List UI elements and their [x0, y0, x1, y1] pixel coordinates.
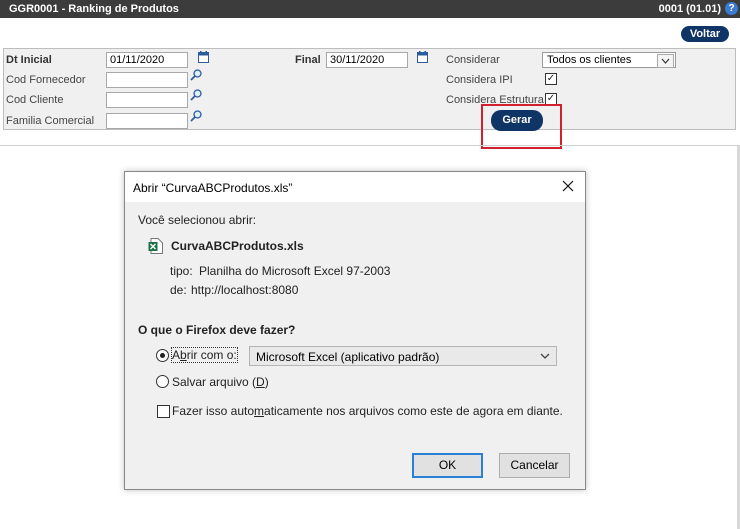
open-with-text-1: A — [172, 348, 181, 362]
considerar-value: Todos os clientes — [547, 54, 632, 66]
excel-file-icon — [148, 238, 163, 254]
question-heading: O que o Firefox deve fazer? — [138, 323, 296, 337]
open-with-text-2: rir com o: — [186, 348, 237, 362]
search-icon[interactable] — [190, 69, 202, 81]
familia-comercial-label: Familia Comercial — [6, 115, 95, 127]
application-value: Microsoft Excel (aplicativo padrão) — [256, 350, 440, 364]
auto-text-1: Fazer isso auto — [172, 404, 255, 418]
auto-checkbox[interactable] — [157, 405, 170, 418]
version-label: 0001 (01.01) — [658, 3, 721, 15]
open-with-accesskey: b — [180, 348, 187, 362]
ok-button[interactable]: OK — [412, 453, 483, 478]
chevron-down-icon — [540, 353, 550, 359]
auto-accesskey: m — [254, 404, 265, 418]
final-date-input[interactable]: 30/11/2020 — [326, 52, 408, 68]
tipo-label: tipo: — [170, 264, 193, 278]
dialog-header: Abrir “CurvaABCProdutos.xls” — [125, 172, 585, 202]
considera-ipi-label: Considera IPI — [446, 74, 513, 86]
selected-text: Você selecionou abrir: — [138, 213, 257, 227]
cod-cliente-label: Cod Cliente — [6, 94, 64, 106]
search-icon[interactable] — [190, 110, 202, 122]
save-text-1: Salvar arquivo ( — [172, 375, 257, 389]
calendar-icon[interactable] — [198, 51, 209, 63]
application-select[interactable]: Microsoft Excel (aplicativo padrão) — [249, 346, 557, 366]
save-file-radio[interactable] — [156, 375, 169, 388]
file-name: CurvaABCProdutos.xls — [171, 239, 304, 253]
dialog-title: Abrir “CurvaABCProdutos.xls” — [133, 181, 293, 195]
search-icon[interactable] — [190, 89, 202, 101]
page-title: GGR0001 - Ranking de Produtos — [9, 3, 179, 15]
de-label: de: — [170, 283, 187, 297]
calendar-icon[interactable] — [417, 51, 428, 63]
chevron-down-icon — [657, 54, 674, 68]
cancel-button[interactable]: Cancelar — [499, 453, 570, 478]
save-accesskey: D — [256, 375, 265, 389]
auto-text-2: aticamente nos arquivos como este de ago… — [264, 404, 563, 418]
close-icon[interactable] — [561, 179, 575, 193]
de-value: http://localhost:8080 — [191, 283, 299, 297]
save-file-label[interactable]: Salvar arquivo (D) — [172, 375, 269, 389]
considerar-label: Considerar — [446, 54, 500, 66]
help-icon[interactable]: ? — [725, 2, 738, 15]
considera-ipi-checkbox[interactable]: ✓ — [545, 73, 557, 85]
open-with-radio[interactable] — [156, 349, 169, 362]
dt-inicial-label: Dt Inicial — [6, 54, 52, 66]
dt-inicial-input[interactable]: 01/11/2020 — [106, 52, 188, 68]
cod-fornecedor-input[interactable] — [106, 72, 188, 88]
save-text-2: ) — [264, 375, 269, 389]
voltar-button[interactable]: Voltar — [681, 26, 729, 42]
considerar-select[interactable]: Todos os clientes — [542, 52, 676, 68]
cod-cliente-input[interactable] — [106, 92, 188, 108]
auto-label[interactable]: Fazer isso automaticamente nos arquivos … — [172, 404, 563, 418]
highlight-box — [481, 104, 562, 149]
open-with-label[interactable]: Abrir com o: — [171, 347, 238, 363]
cod-fornecedor-label: Cod Fornecedor — [6, 74, 86, 86]
tipo-value: Planilha do Microsoft Excel 97-2003 — [199, 264, 391, 278]
app-titlebar: GGR0001 - Ranking de Produtos 0001 (01.0… — [0, 0, 740, 18]
final-label: Final — [295, 54, 321, 66]
open-file-dialog: Abrir “CurvaABCProdutos.xls” Você seleci… — [124, 171, 586, 490]
familia-comercial-input[interactable] — [106, 113, 188, 129]
divider — [0, 145, 740, 146]
